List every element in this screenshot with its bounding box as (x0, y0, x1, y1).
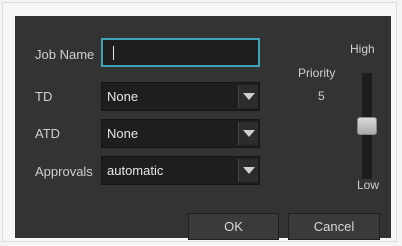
atd-selected-value: None (107, 126, 139, 141)
text-caret (113, 46, 114, 60)
ok-button[interactable]: OK (188, 213, 279, 240)
render-job-dialog: Job Name TD None ATD None Approvals auto… (15, 16, 391, 240)
priority-low-label: Low (357, 178, 380, 192)
chevron-down-icon (243, 167, 255, 174)
priority-slider-handle[interactable] (357, 117, 377, 135)
screenshot-frame: Job Name TD None ATD None Approvals auto… (2, 2, 397, 242)
priority-value: 5 (318, 89, 325, 103)
approvals-dropdown-arrow-button[interactable] (238, 159, 258, 182)
td-dropdown-arrow-button[interactable] (238, 85, 258, 108)
chevron-down-icon (243, 93, 255, 100)
atd-dropdown-arrow-button[interactable] (238, 122, 258, 145)
approvals-label: Approvals (35, 164, 93, 179)
atd-label: ATD (35, 126, 61, 141)
priority-high-label: High (350, 42, 375, 56)
td-selected-value: None (107, 89, 139, 104)
chevron-down-icon (243, 130, 255, 137)
approvals-dropdown[interactable]: automatic (101, 156, 260, 185)
priority-label: Priority (298, 66, 336, 80)
cancel-button[interactable]: Cancel (288, 213, 380, 240)
job-name-input[interactable] (101, 38, 260, 67)
td-dropdown[interactable]: None (101, 82, 260, 111)
approvals-selected-value: automatic (107, 163, 164, 178)
atd-dropdown[interactable]: None (101, 119, 260, 148)
td-label: TD (35, 89, 53, 104)
job-name-label: Job Name (35, 47, 95, 62)
